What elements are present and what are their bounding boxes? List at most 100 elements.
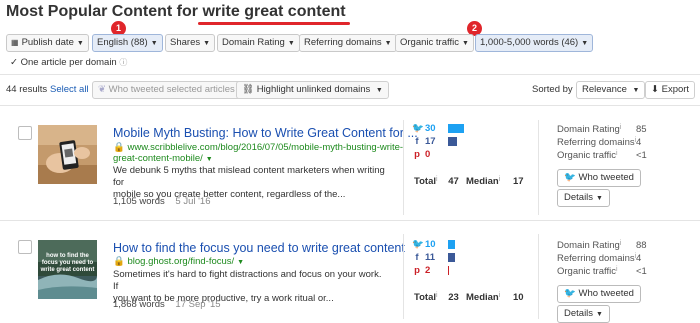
chevron-down-icon: ▼ <box>596 195 603 202</box>
article-title-link[interactable]: Mobile Myth Busting: How to Write Great … <box>113 126 418 140</box>
column-divider <box>403 120 404 215</box>
who-tweeted-selected-button[interactable]: ❦ Who tweeted selected articles <box>92 81 241 99</box>
metric-label: Organic traffic <box>557 150 616 161</box>
chevron-down-icon: ▼ <box>375 87 383 94</box>
column-divider <box>538 234 539 319</box>
description-line: We debunk 5 myths that mislead content m… <box>113 165 385 188</box>
metric-label: Referring domains <box>557 137 635 148</box>
button-label: Highlight unlinked domains <box>256 84 371 95</box>
chevron-down-icon: ▼ <box>596 311 603 318</box>
referring-domains-value: 4 <box>636 253 642 264</box>
search-query: write great content <box>202 3 346 20</box>
divider <box>0 74 700 75</box>
filter-label: Organic traffic <box>400 37 459 48</box>
filter-label: 1,000-5,000 words (46) <box>480 37 579 48</box>
share-count: 10 <box>425 239 436 250</box>
who-tweeted-button[interactable]: 🐦 Who tweeted <box>557 285 641 303</box>
referring-domains-value: 4 <box>636 137 642 148</box>
total-shares: Totali 47 <box>414 176 459 187</box>
facebook-bar <box>448 137 457 146</box>
chevron-down-icon: ▼ <box>287 40 295 47</box>
twitter-icon: 🐦 <box>412 239 424 250</box>
twitter-bar <box>448 124 464 133</box>
chevron-down-icon: ▼ <box>581 40 589 47</box>
article-title-link[interactable]: How to find the focus you need to write … <box>113 241 405 255</box>
pinterest-shares: p2 <box>412 265 430 276</box>
total-shares: Totali 23 <box>414 292 459 303</box>
organic-traffic-label: Organic traffici <box>557 150 618 161</box>
button-label: Who tweeted <box>578 172 634 183</box>
total-label: Total <box>414 176 436 187</box>
link-icon: ⛓ <box>242 84 255 95</box>
details-button[interactable]: Details ▼ <box>557 305 610 323</box>
domain-rating-value: 88 <box>636 240 647 251</box>
filter-referring-domains[interactable]: Referring domains ▼ <box>299 34 397 52</box>
results-count: 44 results <box>6 84 48 95</box>
facebook-icon: f <box>415 136 419 147</box>
info-icon: i <box>615 266 618 273</box>
info-icon: i <box>498 176 501 183</box>
export-button[interactable]: ⬇ Export <box>645 81 696 99</box>
info-icon: i <box>436 292 438 299</box>
pinterest-icon: p <box>414 149 420 160</box>
metric-label: Organic traffic <box>557 266 616 277</box>
article-thumbnail[interactable]: how to find the focus you need to write … <box>38 240 97 299</box>
filter-domain-rating[interactable]: Domain Rating ▼ <box>217 34 300 52</box>
metric-label: Domain Rating <box>557 124 620 135</box>
chevron-down-icon: ▼ <box>203 40 211 47</box>
chevron-down-icon: ▼ <box>632 87 640 94</box>
filter-organic-traffic[interactable]: Organic traffic ▼ <box>395 34 474 52</box>
info-icon: i <box>619 124 622 131</box>
pinterest-bar <box>448 266 449 275</box>
share-count: 0 <box>425 149 431 160</box>
filter-shares[interactable]: Shares ▼ <box>165 34 216 52</box>
twitter-icon: 🐦 <box>564 172 576 183</box>
info-icon: i <box>619 240 622 247</box>
median-value: 10 <box>512 292 524 303</box>
button-label: Details <box>564 308 594 319</box>
article-checkbox[interactable] <box>18 240 32 254</box>
divider <box>0 105 700 106</box>
highlight-unlinked-domains-button[interactable]: ⛓ Highlight unlinked domains ▼ <box>236 81 389 99</box>
median-label: Median <box>466 292 499 303</box>
filter-publish-date[interactable]: ▦ Publish date ▼ <box>6 34 89 52</box>
select-all-link[interactable]: Select all <box>50 84 89 95</box>
twitter-shares: 🐦30 <box>412 123 436 134</box>
median-value: 17 <box>512 176 524 187</box>
sort-select[interactable]: Relevance ▼ <box>576 81 646 99</box>
article-url-continued[interactable]: great-content-mobile/▼ <box>113 153 213 164</box>
who-tweeted-button[interactable]: 🐦 Who tweeted <box>557 169 641 187</box>
button-label: Who tweeted <box>578 288 634 299</box>
chevron-down-icon: ▼ <box>237 259 245 266</box>
download-icon: ⬇ <box>651 84 659 95</box>
sorted-by-label: Sorted by <box>532 84 573 95</box>
median-shares: Mediani 17 <box>466 176 524 187</box>
article-url[interactable]: 🔒 www.scribblelive.com/blog/2016/07/05/m… <box>113 142 403 153</box>
article-checkbox[interactable] <box>18 126 32 140</box>
button-label: Who tweeted selected articles <box>108 84 235 95</box>
article-thumbnail[interactable] <box>38 125 97 184</box>
column-divider <box>538 120 539 215</box>
word-count: 1,868 words <box>113 299 165 310</box>
median-shares: Mediani 10 <box>466 292 524 303</box>
article-meta: 1,105 words 5 Jul '16 <box>113 196 211 207</box>
filter-label: Domain Rating <box>222 37 285 48</box>
lock-icon: 🔒 <box>113 142 125 153</box>
article-meta: 1,868 words 17 Sep '15 <box>113 299 221 310</box>
filter-word-count[interactable]: 1,000-5,000 words (46) ▼ <box>475 34 594 52</box>
filter-label: Publish date <box>21 37 74 48</box>
facebook-icon: f <box>415 252 419 263</box>
filter-label: English (88) <box>97 37 148 48</box>
checkmark-icon: ✓ <box>10 57 18 68</box>
word-count: 1,105 words <box>113 196 165 207</box>
twitter-shares: 🐦10 <box>412 239 436 250</box>
chevron-down-icon: ▼ <box>76 40 84 47</box>
filter-language[interactable]: English (88) ▼ <box>92 34 163 52</box>
one-article-per-domain-checkbox[interactable]: ✓ One article per domain ⓘ <box>10 57 127 68</box>
article-url-text: great-content-mobile/ <box>113 153 203 164</box>
referring-domains-label: Referring domainsi <box>557 137 636 148</box>
details-button[interactable]: Details ▼ <box>557 189 610 207</box>
article-url[interactable]: 🔒 blog.ghost.org/find-focus/▼ <box>113 256 244 267</box>
domain-rating-label: Domain Ratingi <box>557 124 621 135</box>
checkbox-label: One article per domain <box>20 57 117 68</box>
